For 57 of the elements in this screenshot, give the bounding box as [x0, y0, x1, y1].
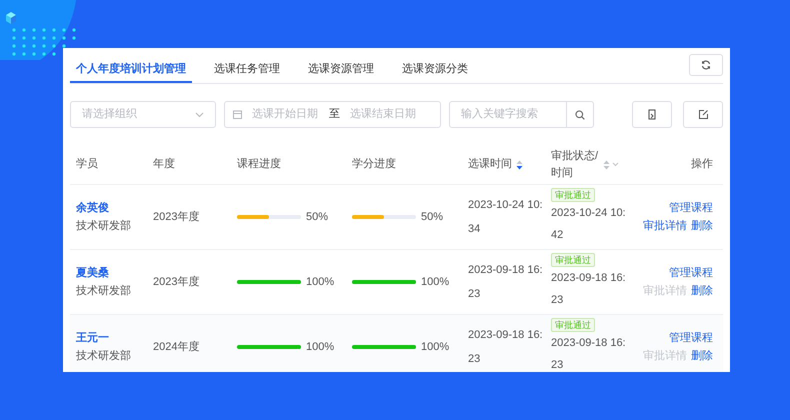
- select-time-text: 2023-09-18 16:23: [468, 263, 544, 302]
- calendar-icon: [233, 110, 242, 119]
- tab[interactable]: 选课任务管理: [208, 48, 286, 83]
- progress-percent: 100%: [421, 274, 450, 290]
- year-text: 2023年度: [153, 210, 200, 223]
- tab[interactable]: 选课资源分类: [396, 48, 474, 83]
- approval-time-text: 2023-09-18 16:23: [551, 336, 627, 372]
- column-header: 学分进度: [352, 156, 396, 172]
- student-name-link[interactable]: 余英俊: [76, 200, 153, 216]
- search-placeholder: 输入关键字搜索: [460, 106, 539, 122]
- department-text: 技术研发部: [76, 284, 132, 299]
- refresh-icon: [701, 60, 711, 70]
- manage-courses-link[interactable]: 管理课程: [669, 330, 713, 346]
- status-tag: 审批通过: [551, 188, 595, 202]
- start-date-placeholder: 选课开始日期: [252, 107, 318, 122]
- column-header: 课程进度: [237, 156, 281, 172]
- status-tag: 审批通过: [551, 318, 595, 332]
- chevron-down-icon: [195, 112, 204, 118]
- column-header: 学员: [76, 157, 98, 172]
- export-button[interactable]: [683, 101, 723, 128]
- approval-time-text: 2023-09-18 16:23: [551, 271, 627, 308]
- approval-time-text: 2023-10-24 10:42: [551, 206, 627, 243]
- refresh-button[interactable]: [689, 54, 723, 76]
- year-text: 2024年度: [153, 340, 200, 353]
- tab[interactable]: 个人年度培训计划管理: [70, 48, 192, 83]
- column-header: 年度: [153, 156, 175, 172]
- delete-link[interactable]: 删除: [691, 218, 713, 234]
- column-header: 审批状态/时间: [551, 148, 599, 180]
- year-text: 2023年度: [153, 276, 200, 288]
- column-header: 选课时间: [468, 157, 512, 172]
- select-time-text: 2023-10-24 10:34: [468, 198, 544, 237]
- manage-courses-link[interactable]: 管理课程: [669, 200, 713, 216]
- approval-details-link[interactable]: 审批详情: [643, 218, 687, 234]
- progress-percent: 50%: [421, 210, 444, 225]
- manage-courses-link[interactable]: 管理课程: [669, 264, 713, 281]
- department-text: 技术研发部: [76, 348, 132, 364]
- search-icon: [575, 110, 585, 120]
- select-time-text: 2023-09-18 16:23: [468, 328, 544, 367]
- progress-percent: 100%: [421, 340, 450, 355]
- delete-link[interactable]: 删除: [691, 283, 713, 300]
- sort-icon[interactable]: [516, 160, 523, 170]
- progress-percent: 100%: [306, 340, 334, 355]
- progress-percent: 100%: [306, 274, 334, 290]
- import-button[interactable]: [632, 101, 672, 128]
- column-header: 操作: [691, 157, 713, 172]
- student-name-link[interactable]: 夏美桑: [76, 264, 153, 281]
- date-range-field[interactable]: 选课开始日期 至 选课结束日期: [224, 101, 441, 128]
- student-name-link[interactable]: 王元一: [76, 330, 153, 346]
- delete-link[interactable]: 删除: [691, 348, 713, 364]
- department-text: 技术研发部: [76, 218, 132, 234]
- select-placeholder: 请选择组织: [82, 107, 137, 122]
- end-date-placeholder: 选课结束日期: [350, 107, 416, 122]
- status-tag: 审批通过: [551, 253, 595, 267]
- progress-percent: 50%: [306, 210, 328, 225]
- tab[interactable]: 选课资源管理: [302, 48, 380, 83]
- edit-square-icon: [698, 109, 708, 120]
- date-separator: 至: [329, 107, 340, 122]
